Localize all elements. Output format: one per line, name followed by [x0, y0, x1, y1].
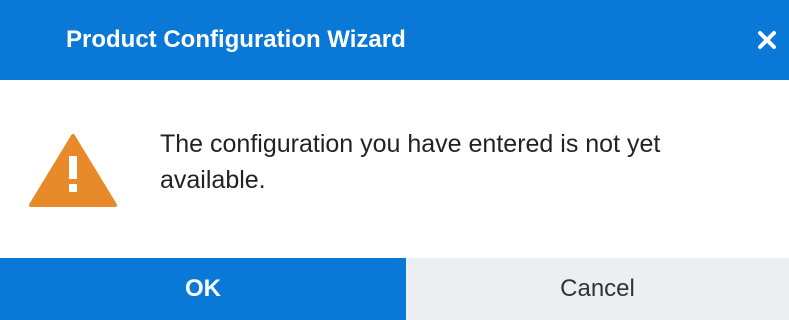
configuration-dialog: Product Configuration Wizard The configu… [0, 0, 789, 320]
warning-icon [28, 132, 118, 208]
dialog-title: Product Configuration Wizard [66, 26, 406, 53]
dialog-body: The configuration you have entered is no… [0, 80, 789, 258]
dialog-message: The configuration you have entered is no… [160, 130, 661, 194]
cancel-button[interactable]: Cancel [406, 258, 789, 320]
close-icon[interactable] [752, 25, 782, 55]
ok-button[interactable]: OK [0, 258, 406, 320]
dialog-titlebar: Product Configuration Wizard [0, 0, 789, 80]
